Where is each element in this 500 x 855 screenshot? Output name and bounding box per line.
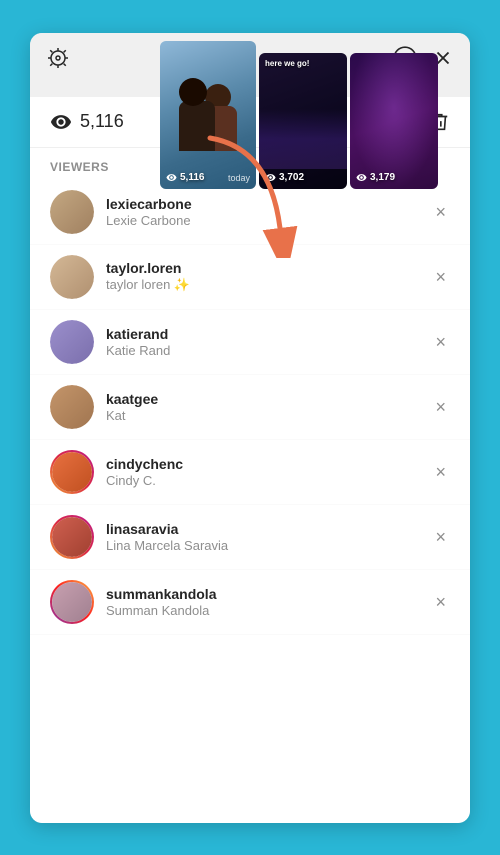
dismiss-button[interactable]: ×	[431, 524, 450, 550]
viewers-header: VIEWERS	[30, 148, 470, 180]
viewer-info: linasaravia Lina Marcela Saravia	[106, 521, 431, 553]
viewer-item: lexiecarbone Lexie Carbone ×	[30, 180, 470, 245]
top-bar: 5,116 today here we go! 3,702	[30, 33, 470, 83]
avatar	[50, 190, 94, 234]
viewer-item: linasaravia Lina Marcela Saravia ×	[30, 505, 470, 570]
dismiss-button[interactable]: ×	[431, 199, 450, 225]
viewer-fullname: taylor loren ✨	[106, 277, 431, 293]
avatar	[50, 385, 94, 429]
viewer-username: lexiecarbone	[106, 196, 431, 212]
dismiss-button[interactable]: ×	[431, 264, 450, 290]
viewer-list: lexiecarbone Lexie Carbone × taylor.lore…	[30, 180, 470, 823]
viewer-fullname: Kat	[106, 408, 431, 423]
viewer-username: linasaravia	[106, 521, 431, 537]
viewer-username: cindychenc	[106, 456, 431, 472]
main-content: 5,116	[30, 97, 470, 823]
viewer-fullname: Lexie Carbone	[106, 213, 431, 228]
viewer-fullname: Katie Rand	[106, 343, 431, 358]
avatar	[50, 580, 94, 624]
top-bar-left	[46, 46, 70, 70]
dismiss-button[interactable]: ×	[431, 329, 450, 355]
avatar-inner	[52, 452, 92, 492]
viewer-item: cindychenc Cindy C. ×	[30, 440, 470, 505]
avatar-inner	[52, 517, 92, 557]
gear-icon[interactable]	[46, 46, 70, 70]
dismiss-button[interactable]: ×	[431, 394, 450, 420]
viewer-fullname: Lina Marcela Saravia	[106, 538, 431, 553]
view-number: 5,116	[80, 111, 124, 132]
viewer-info: cindychenc Cindy C.	[106, 456, 431, 488]
viewer-item: taylor.loren taylor loren ✨ ×	[30, 245, 470, 310]
avatar-inner	[50, 255, 94, 299]
avatar	[50, 255, 94, 299]
viewers-section: VIEWERS	[30, 148, 470, 180]
viewer-info: kaatgee Kat	[106, 391, 431, 423]
avatar	[50, 450, 94, 494]
avatar	[50, 515, 94, 559]
viewer-username: taylor.loren	[106, 260, 431, 276]
viewer-info: taylor.loren taylor loren ✨	[106, 260, 431, 293]
viewer-fullname: Cindy C.	[106, 473, 431, 488]
viewer-info: katierand Katie Rand	[106, 326, 431, 358]
viewer-item: katierand Katie Rand ×	[30, 310, 470, 375]
viewer-username: kaatgee	[106, 391, 431, 407]
eye-icon	[50, 111, 72, 133]
avatar-inner	[50, 320, 94, 364]
thumb2-text: here we go!	[265, 59, 309, 68]
dismiss-button[interactable]: ×	[431, 459, 450, 485]
viewer-username: katierand	[106, 326, 431, 342]
viewer-item: kaatgee Kat ×	[30, 375, 470, 440]
viewer-item: summankandola Summan Kandola ×	[30, 570, 470, 635]
viewer-info: lexiecarbone Lexie Carbone	[106, 196, 431, 228]
viewer-username: summankandola	[106, 586, 431, 602]
viewer-fullname: Summan Kandola	[106, 603, 431, 618]
avatar-inner	[50, 190, 94, 234]
viewer-info: summankandola Summan Kandola	[106, 586, 431, 618]
avatar-inner	[52, 582, 92, 622]
avatar	[50, 320, 94, 364]
dismiss-button[interactable]: ×	[431, 589, 450, 615]
avatar-inner	[50, 385, 94, 429]
